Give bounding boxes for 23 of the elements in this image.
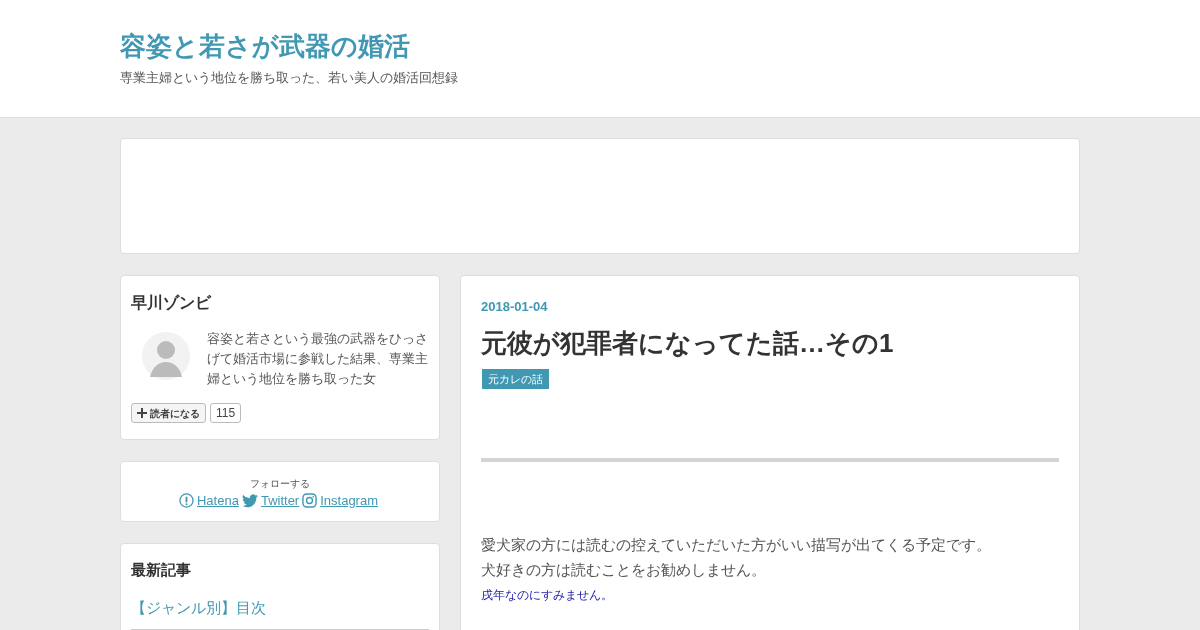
blog-subtitle: 専業主婦という地位を勝ち取った、若い美人の婚活回想録 [120,69,458,87]
subscribe-button[interactable]: 読者になる [131,403,206,423]
bird-icon [241,493,258,508]
plus-icon [137,408,147,418]
avatar [141,331,191,381]
article-paragraph: 犬好きの方は読むことをお勧めしません。 [481,559,766,580]
subscriber-count: 115 [210,403,242,423]
follow-link[interactable]: Hatena [179,491,239,511]
blog-title[interactable]: 容姿と若さが武器の婚活 [120,28,410,64]
category-tag[interactable]: 元カレの話 [482,368,549,389]
article-title[interactable]: 元彼が犯罪者になってた話…その1 [481,324,894,361]
article-paragraph: 戌年なのにすみません。 [481,586,613,604]
circle-icon [179,493,194,509]
profile-bio: 容姿と若さという最強の武器をひっさげて婚活市場に参戦した結果、専業主婦という地位を勝ち取った女 [207,330,429,388]
profile-name: 早川ゾンビ [131,293,211,313]
article-date[interactable]: 2018-01-04 [481,297,548,317]
follow-label: フォローする [250,477,310,491]
follow-link[interactable]: Instagram [302,491,378,511]
section-title: 最新記事 [131,559,191,580]
follow-link[interactable]: Twitter [241,491,300,511]
camera-icon [302,493,318,509]
article-paragraph: 愛犬家の方には読むの控えていただいた方がいい描写が出てくる予定です。 [481,534,991,555]
recent-post-link[interactable]: 【ジャンル別】目次 [131,599,266,616]
